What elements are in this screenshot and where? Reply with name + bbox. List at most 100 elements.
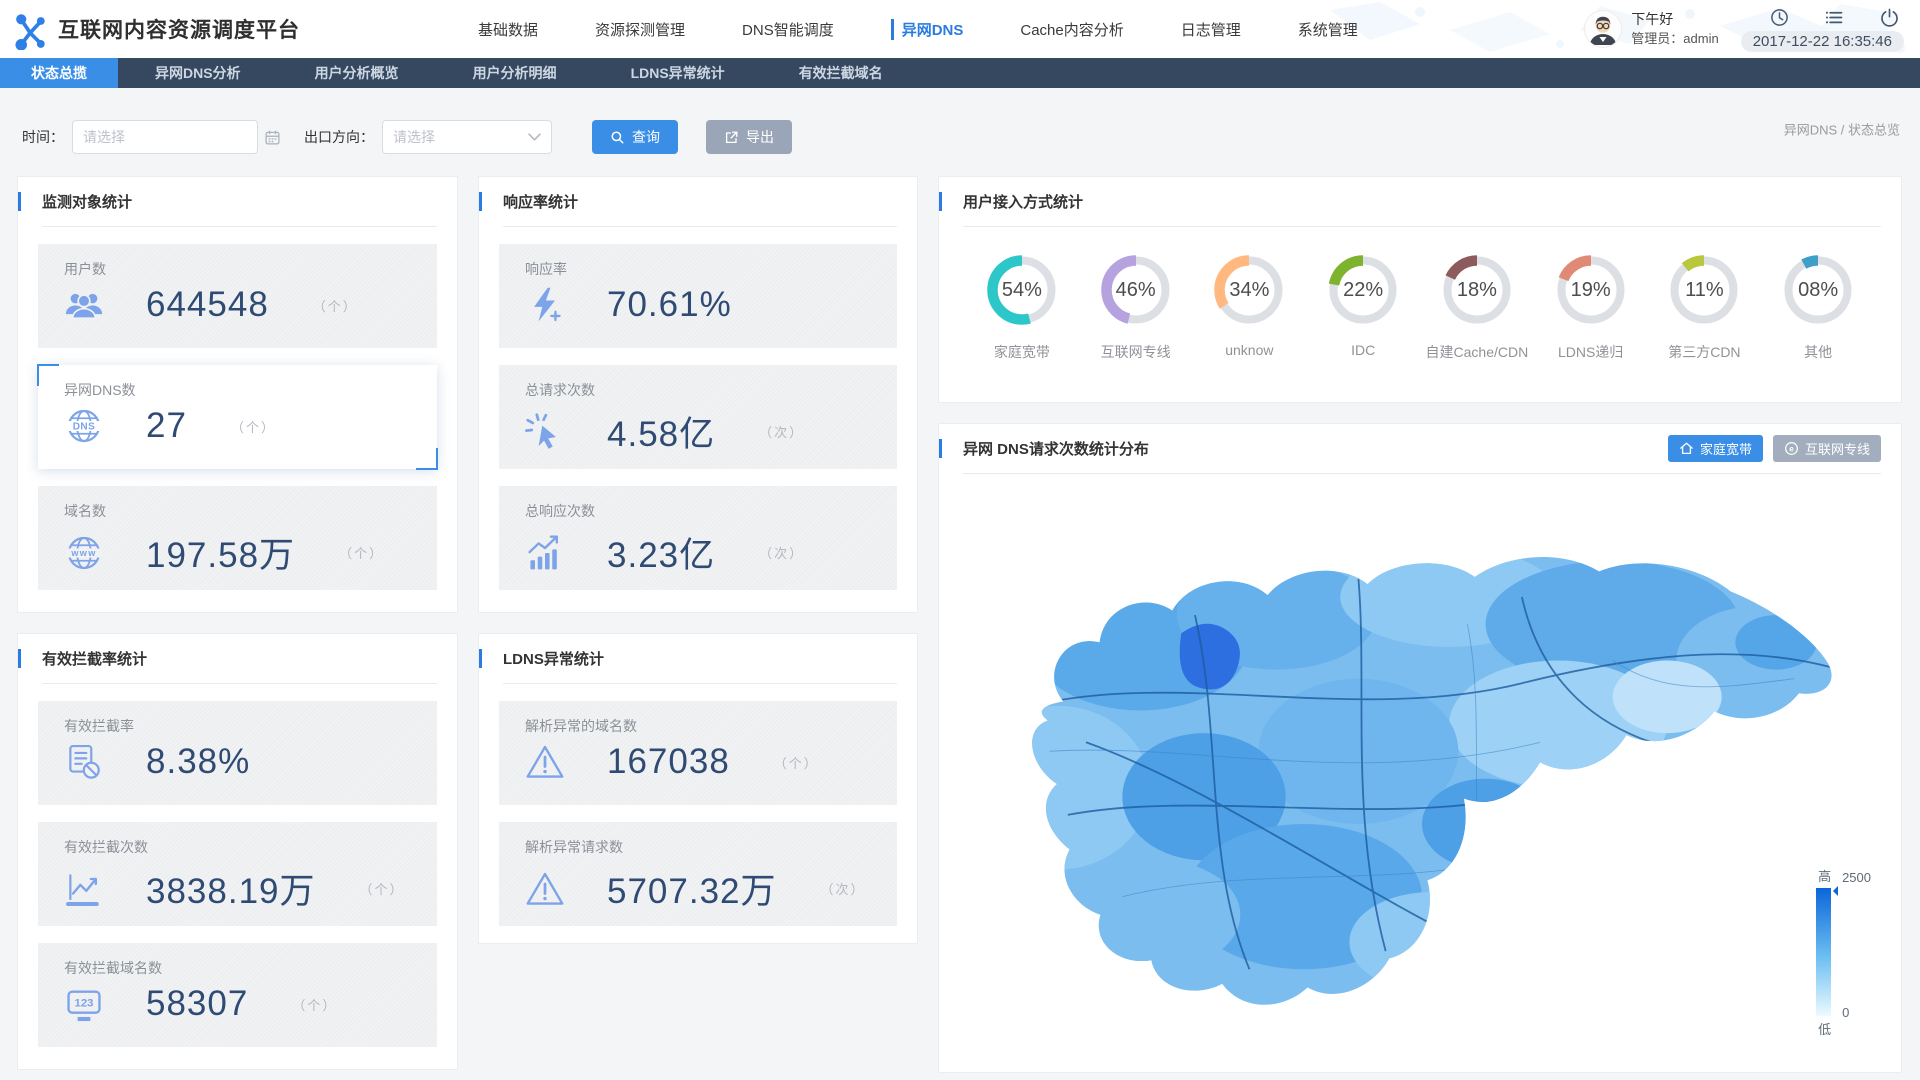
calendar-icon[interactable] bbox=[264, 129, 281, 146]
stat-unit: （次） bbox=[759, 546, 805, 561]
card-title: 响应率统计 bbox=[479, 177, 917, 226]
tab-0[interactable]: 状态总揽 bbox=[0, 58, 118, 88]
svg-text:e: e bbox=[1789, 445, 1794, 454]
donut-chart[interactable]: 34% unknow bbox=[1196, 251, 1302, 362]
stat-unit: （次） bbox=[759, 425, 805, 440]
nav-item-1[interactable]: 资源探测管理 bbox=[595, 14, 685, 45]
stat-tile[interactable]: 响应率 70.61% bbox=[499, 244, 897, 348]
nav-item-4[interactable]: Cache内容分析 bbox=[1020, 14, 1123, 45]
donut-percent: 08% bbox=[1798, 278, 1839, 301]
donut-chart[interactable]: 22% IDC bbox=[1310, 251, 1416, 362]
map-legend: 高 2500 低 0 bbox=[1816, 866, 1871, 1038]
donut-chart[interactable]: 54% 家庭宽带 bbox=[969, 251, 1075, 362]
page-title: 互联网内容资源调度平台 bbox=[58, 19, 300, 42]
region-map[interactable] bbox=[977, 482, 1867, 1057]
time-input[interactable] bbox=[83, 129, 264, 145]
map-toggle-1[interactable]: e 互联网专线 bbox=[1772, 435, 1881, 462]
stat-row: 4.58亿 （次） bbox=[525, 406, 897, 457]
stat-row: DNS 27 （个） bbox=[64, 406, 437, 446]
search-button[interactable]: 查询 bbox=[592, 120, 678, 154]
card-title: 用户接入方式统计 bbox=[939, 177, 1901, 226]
stat-row: 70.61% bbox=[525, 285, 897, 325]
stat-tile[interactable]: 有效拦截域名数 123 58307 （个） bbox=[38, 943, 437, 1047]
stat-tile[interactable]: 有效拦截次数 3838.19万 （个） bbox=[38, 822, 437, 926]
donut-ring: 34% bbox=[1210, 251, 1288, 329]
list-icon[interactable] bbox=[1824, 7, 1845, 28]
card-dns-request-map: 异网 DNS请求次数统计分布 家庭宽带 e 互联网专线 高 2500 低 0 bbox=[938, 423, 1902, 1073]
stat-tile[interactable]: 有效拦截率 8.38% bbox=[38, 701, 437, 805]
stat-value: 8.38% bbox=[146, 742, 251, 781]
app-logo-icon bbox=[14, 9, 48, 50]
stat-row: 644548 （个） bbox=[64, 285, 437, 325]
donut-chart[interactable]: 46% 互联网专线 bbox=[1083, 251, 1189, 362]
export-icon bbox=[724, 130, 739, 145]
nav-item-5[interactable]: 日志管理 bbox=[1181, 14, 1241, 45]
export-button[interactable]: 导出 bbox=[706, 120, 792, 154]
intercept-stats-list: 有效拦截率 8.38% 有效拦截次数 3838.19万 （个） 有效拦截域名数 123 583… bbox=[18, 684, 457, 1067]
admin-text: 管理员：admin bbox=[1631, 31, 1719, 46]
tab-5[interactable]: 有效拦截域名 bbox=[762, 58, 920, 88]
clock-icon[interactable] bbox=[1769, 7, 1790, 28]
nav-item-0[interactable]: 基础数据 bbox=[478, 14, 538, 45]
warning-icon bbox=[525, 869, 565, 909]
stat-value: 5707.32万 bbox=[607, 872, 777, 911]
power-icon[interactable] bbox=[1879, 7, 1900, 28]
svg-text:123: 123 bbox=[75, 998, 94, 1010]
stat-tile[interactable]: 域名数 www 197.58万 （个） bbox=[38, 486, 437, 590]
map-toggle-0[interactable]: 家庭宽带 bbox=[1667, 435, 1763, 462]
card-intercept-stats: 有效拦截率统计 有效拦截率 8.38% 有效拦截次数 3838.19万 （个） 有效拦截域… bbox=[17, 633, 458, 1070]
stat-tile[interactable]: 用户数 644548 （个） bbox=[38, 244, 437, 348]
browser-icon: e bbox=[1784, 441, 1799, 456]
donut-percent: 54% bbox=[1001, 278, 1042, 301]
donut-category: IDC bbox=[1351, 342, 1376, 358]
donut-ring: 19% bbox=[1552, 251, 1630, 329]
stat-value: 3838.19万 bbox=[146, 872, 316, 911]
stat-row: 123 58307 （个） bbox=[64, 984, 437, 1024]
stat-tile[interactable]: 解析异常请求数 5707.32万 （次） bbox=[499, 822, 897, 926]
legend-gradient-bar bbox=[1816, 888, 1832, 1016]
stat-label: 总响应次数 bbox=[525, 503, 595, 519]
donut-chart[interactable]: 08% 其他 bbox=[1765, 251, 1871, 362]
breadcrumb: 异网DNS / 状态总览 bbox=[1783, 122, 1900, 138]
nav-item-2[interactable]: DNS智能调度 bbox=[742, 14, 834, 45]
export-button-label: 导出 bbox=[746, 129, 774, 145]
time-picker[interactable] bbox=[72, 120, 280, 154]
warning-icon bbox=[525, 742, 565, 782]
stat-tile[interactable]: 解析异常的域名数 167038 （个） bbox=[499, 701, 897, 805]
donut-chart[interactable]: 18% 自建Cache/CDN bbox=[1424, 251, 1530, 362]
stat-unit: （个） bbox=[359, 882, 405, 897]
tab-2[interactable]: 用户分析概览 bbox=[278, 58, 436, 88]
donut-chart[interactable]: 19% LDNS递归 bbox=[1538, 251, 1644, 362]
nav-item-3[interactable]: 异网DNS bbox=[890, 14, 963, 45]
direction-filter-label: 出口方向： bbox=[304, 129, 374, 145]
stat-tile[interactable]: 异网DNS数 DNS 27 （个） bbox=[37, 364, 438, 470]
donut-category: unknow bbox=[1225, 342, 1274, 358]
direction-select[interactable]: 请选择 bbox=[382, 120, 552, 154]
stat-label: 解析异常的域名数 bbox=[525, 718, 637, 734]
map-title: 异网 DNS请求次数统计分布 bbox=[963, 441, 1149, 458]
legend-low-label: 低 bbox=[1818, 1022, 1832, 1037]
dns-globe-icon: DNS bbox=[64, 406, 104, 446]
map-buttons: 家庭宽带 e 互联网专线 bbox=[1667, 435, 1881, 462]
stat-value: 644548 bbox=[146, 285, 269, 324]
stat-unit: （个） bbox=[312, 298, 358, 314]
tab-3[interactable]: 用户分析明细 bbox=[436, 58, 594, 88]
card-title: 异网 DNS请求次数统计分布 家庭宽带 e 互联网专线 bbox=[939, 424, 1901, 473]
nav-item-6[interactable]: 系统管理 bbox=[1298, 14, 1358, 45]
ldns-stats-list: 解析异常的域名数 167038 （个） 解析异常请求数 5707.32万 （次） bbox=[479, 684, 917, 946]
stat-label: 解析异常请求数 bbox=[525, 839, 623, 855]
brand: 互联网内容资源调度平台 bbox=[0, 9, 360, 50]
user-meta[interactable]: 下午好 管理员：admin bbox=[1585, 10, 1719, 48]
donut-chart[interactable]: 11% 第三方CDN bbox=[1651, 251, 1757, 362]
stat-row: 5707.32万 （次） bbox=[525, 863, 897, 914]
stat-tile[interactable]: 总响应次数 3.23亿 （次） bbox=[499, 486, 897, 590]
stat-tile[interactable]: 总请求次数 4.58亿 （次） bbox=[499, 365, 897, 469]
user-area: 下午好 管理员：admin 2017-12-22 16:35:46 bbox=[1585, 7, 1920, 52]
tab-1[interactable]: 异网DNS分析 bbox=[118, 58, 278, 88]
stat-label: 用户数 bbox=[64, 261, 106, 277]
donut-ring: 11% bbox=[1665, 251, 1743, 329]
donut-ring: 08% bbox=[1779, 251, 1857, 329]
stat-unit: （次） bbox=[820, 882, 866, 897]
avatar[interactable] bbox=[1585, 11, 1622, 47]
tab-4[interactable]: LDNS异常统计 bbox=[594, 58, 762, 88]
